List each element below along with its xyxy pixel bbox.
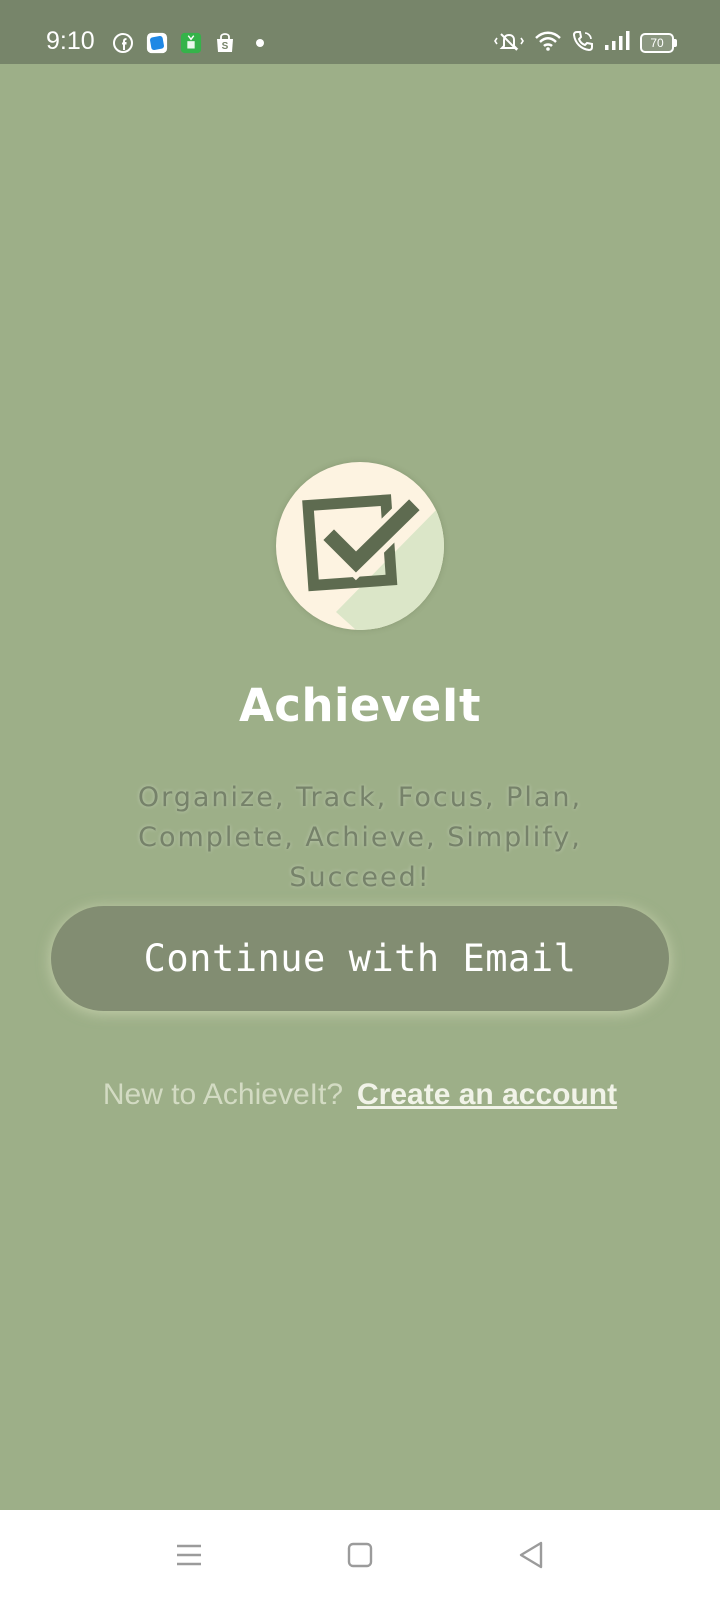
svg-text:S: S <box>222 41 229 52</box>
continue-with-email-button[interactable]: Continue with Email <box>51 906 669 1011</box>
shopping-bag-icon: S <box>214 32 236 54</box>
notification-dot <box>256 39 264 47</box>
welcome-screen: 9:10 S 70 AchieveIt Organize, Track, Foc… <box>0 0 720 1600</box>
app-title: AchieveIt <box>238 679 482 732</box>
status-time: 9:10 <box>46 27 95 55</box>
store-icon <box>180 32 202 54</box>
facebook-icon <box>112 32 134 54</box>
menu-icon[interactable] <box>172 1538 206 1572</box>
status-right-icons: 70 <box>494 30 677 56</box>
signal-icon <box>604 30 630 56</box>
back-icon[interactable] <box>514 1538 548 1572</box>
app-icon <box>146 32 168 54</box>
signup-prompt: New to AchieveIt? <box>102 1078 344 1111</box>
status-left-icons: S <box>112 30 264 56</box>
create-account-link[interactable]: Create an account <box>357 1078 617 1111</box>
mute-icon <box>494 30 524 56</box>
signup-row: New to AchieveIt? Create an account <box>0 1074 720 1116</box>
home-icon[interactable] <box>343 1538 377 1572</box>
call-icon <box>572 30 594 56</box>
app-logo <box>276 462 444 630</box>
battery-icon: 70 <box>640 33 677 53</box>
continue-with-email-label: Continue with Email <box>143 937 577 980</box>
checkbox-check-icon <box>302 491 444 630</box>
system-nav-bar <box>0 1510 720 1600</box>
status-bar: 9:10 S 70 <box>0 0 720 64</box>
app-tagline: Organize, Track, Focus, Plan, Complete, … <box>137 782 583 893</box>
wifi-icon <box>534 30 562 56</box>
